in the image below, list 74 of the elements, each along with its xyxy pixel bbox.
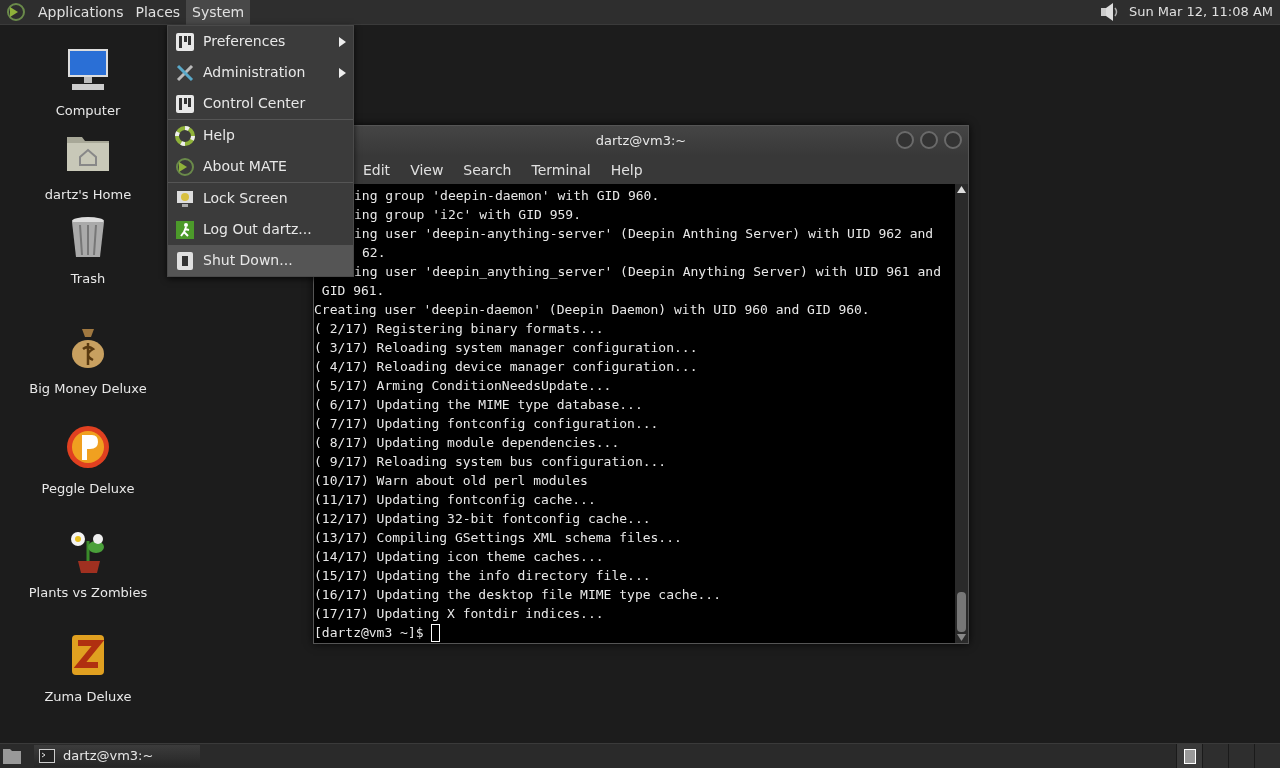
maximize-button[interactable]	[920, 131, 938, 149]
panel-menu[interactable]: Places	[129, 0, 187, 25]
desktop-icon-label[interactable]: Zuma Deluxe	[44, 687, 132, 707]
menu-item[interactable]: Terminal	[522, 159, 600, 181]
panel-menu[interactable]: Applications	[32, 0, 130, 25]
terminal-line: ( 8/17) Updating module dependencies...	[314, 434, 620, 452]
lock-screen-icon	[175, 188, 195, 209]
clock[interactable]: Sun Mar 12, 11:08 AM	[1128, 2, 1273, 22]
terminal-line: Creating user 'deepin-daemon' (Deepin Daemon) with UID 960 and GID 960.	[314, 301, 870, 319]
terminal-line: ( 3/17) Reloading system manager configuration...	[314, 339, 698, 357]
menu-item[interactable]: View	[401, 159, 453, 181]
lifebuoy-icon	[175, 125, 195, 146]
terminal-line: (11/17) Updating fontconfig cache...	[314, 491, 596, 509]
window-thumbnail	[1183, 748, 1196, 764]
show-desktop-icon[interactable]	[2, 747, 22, 765]
menu-item[interactable]: Preferences	[168, 26, 353, 57]
menu-item[interactable]: About MATE	[168, 151, 353, 182]
terminal-line: (13/17) Compiling GSettings XML schema files...	[314, 529, 682, 547]
menu-item[interactable]: Help	[601, 159, 652, 181]
scroll-down-icon[interactable]	[957, 634, 966, 641]
mate-logo-icon[interactable]	[6, 2, 26, 22]
workspace-button[interactable]	[1176, 743, 1202, 768]
exit-icon	[175, 219, 195, 240]
terminal-line: (10/17) Warn about old perl modules	[314, 472, 588, 490]
close-button[interactable]	[944, 131, 962, 149]
menu-item[interactable]: Control Center	[168, 88, 353, 119]
menu-item[interactable]: Search	[454, 159, 521, 181]
terminal-line: GID 961.	[320, 282, 385, 300]
terminal-prompt: [dartz@vm3 ~]$	[314, 624, 425, 642]
menu-item[interactable]: Administration	[168, 57, 353, 88]
scrollbar-thumb[interactable]	[957, 592, 966, 632]
panel-menu[interactable]: System	[186, 0, 251, 25]
terminal-line: 62.	[362, 244, 386, 262]
submenu-arrow-icon	[339, 67, 346, 78]
terminal-line: ( 9/17) Reloading system bus configuration...	[314, 453, 667, 471]
terminal-line: (16/17) Updating the desktop file MIME type cache...	[314, 586, 721, 604]
desktop-icon-label[interactable]: Big Money Deluxe	[29, 379, 147, 399]
desktop-icon-label[interactable]: Plants vs Zombies	[28, 583, 148, 603]
minimize-button[interactable]	[896, 131, 914, 149]
desktop-icon-label[interactable]: Computer	[55, 101, 121, 121]
terminal-line: (15/17) Updating the info directory file...	[314, 567, 651, 585]
submenu-arrow-icon	[339, 36, 346, 47]
scroll-up-icon[interactable]	[957, 186, 966, 193]
taskbar-button[interactable]: dartz@vm3:~	[34, 745, 200, 767]
terminal-line: ing group 'deepin-daemon' with GID 960.	[354, 187, 660, 205]
control-panel-icon	[175, 31, 195, 52]
terminal-line: (12/17) Updating 32-bit fontconfig cache...	[314, 510, 651, 528]
terminal-line: ( 6/17) Updating the MIME type database...	[314, 396, 643, 414]
power-switch-icon	[175, 250, 195, 271]
menu-item[interactable]: Help	[168, 120, 353, 151]
terminal-line: (17/17) Updating X fontdir indices...	[314, 605, 604, 623]
desktop-icon-label[interactable]: dartz's Home	[44, 185, 132, 205]
terminal-line: ( 4/17) Reloading device manager configuration...	[314, 358, 698, 376]
window-title: dartz@vm3:~	[595, 132, 687, 151]
terminal-line: ing group 'i2c' with GID 959.	[354, 206, 581, 224]
terminal-line: ( 2/17) Registering binary formats...	[314, 320, 604, 338]
desktop-icon-label[interactable]: Trash	[70, 269, 106, 289]
desktop-icon-label[interactable]: Peggle Deluxe	[41, 479, 135, 499]
menu-item[interactable]: Edit	[354, 159, 400, 181]
mate-logo-icon	[175, 156, 195, 177]
terminal-line: ing user 'deepin-anything-server' (Deepin Anthing Server) with UID 962 and	[354, 225, 934, 243]
terminal-line: ing user 'deepin_anything_server' (Deepin Anything Server) with UID 961 and	[354, 263, 941, 281]
terminal-line: (14/17) Updating icon theme caches...	[314, 548, 604, 566]
peggle-ball-icon	[64, 423, 112, 471]
text-cursor	[431, 623, 441, 642]
terminal-line: ( 7/17) Updating fontconfig configuration...	[314, 415, 659, 433]
terminal-icon	[39, 749, 55, 763]
terminal-line: ( 5/17) Arming ConditionNeedsUpdate...	[314, 377, 612, 395]
tools-icon	[175, 62, 195, 83]
menu-item[interactable]: Log Out dartz...	[168, 214, 353, 245]
scrollbar[interactable]	[955, 184, 968, 643]
control-panel-icon	[175, 93, 195, 114]
menu-item[interactable]: Shut Down...	[168, 245, 353, 276]
menu-item[interactable]: Lock Screen	[168, 183, 353, 214]
